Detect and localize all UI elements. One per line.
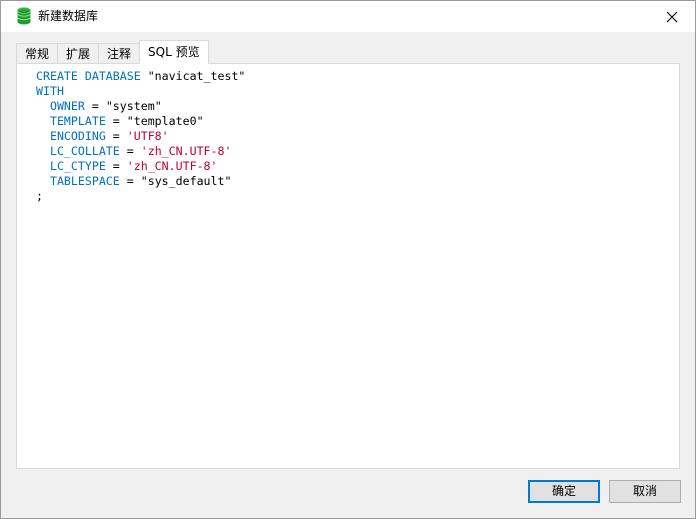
sql-line: CREATE DATABASE "navicat_test" (36, 69, 245, 83)
sql-keyword: LC_CTYPE (49, 159, 106, 173)
sql-line: TABLESPACE = "sys_default" (36, 174, 232, 188)
tab-comment[interactable]: 注释 (98, 43, 141, 64)
sql-punctuation: = (105, 159, 127, 173)
sql-identifier: "navicat_test" (147, 69, 246, 83)
sql-string: 'zh_CN.UTF-8' (126, 159, 218, 173)
sql-punctuation (141, 69, 148, 83)
sql-identifier: "sys_default" (140, 174, 232, 188)
title-bar: 新建数据库 (1, 1, 695, 32)
sql-keyword: WITH (36, 84, 64, 98)
sql-string: 'zh_CN.UTF-8' (140, 144, 232, 158)
sql-line: LC_CTYPE = 'zh_CN.UTF-8' (36, 159, 218, 173)
close-icon (666, 11, 678, 22)
tab-general[interactable]: 常规 (16, 43, 59, 64)
database-icon (17, 7, 31, 25)
ok-button[interactable]: 确定 (528, 480, 600, 503)
sql-keyword: CREATE DATABASE (36, 69, 141, 83)
cancel-button[interactable]: 取消 (609, 480, 681, 503)
sql-punctuation: = (105, 114, 127, 128)
sql-keyword: LC_COLLATE (49, 144, 120, 158)
tab-sql-preview[interactable]: SQL 预览 (139, 40, 209, 64)
sql-keyword: ENCODING (49, 129, 106, 143)
sql-keyword: TABLESPACE (49, 174, 120, 188)
sql-line: LC_COLLATE = 'zh_CN.UTF-8' (36, 144, 232, 158)
sql-punctuation: ; (36, 189, 43, 203)
dialog-title: 新建数据库 (38, 9, 99, 23)
sql-line: TEMPLATE = "template0" (36, 114, 204, 128)
sql-punctuation: = (105, 129, 127, 143)
new-database-dialog: 新建数据库 常规 扩展 注释 SQL 预览 CREATE DATABASE "n… (0, 0, 696, 519)
sql-line: ENCODING = 'UTF8' (36, 129, 169, 143)
sql-line: WITH (36, 84, 64, 98)
sql-identifier: "template0" (126, 114, 204, 128)
sql-punctuation: = (119, 174, 141, 188)
sql-line: ; (36, 189, 43, 203)
sql-identifier: "system" (105, 99, 162, 113)
sql-keyword: TEMPLATE (49, 114, 106, 128)
sql-preview-panel[interactable]: CREATE DATABASE "navicat_test" WITH OWNE… (16, 63, 680, 469)
sql-punctuation: = (84, 99, 106, 113)
tab-strip: 常规 扩展 注释 SQL 预览 (16, 40, 209, 64)
tab-advanced[interactable]: 扩展 (57, 43, 100, 64)
close-button[interactable] (649, 1, 695, 32)
sql-punctuation: = (119, 144, 141, 158)
sql-keyword: OWNER (49, 99, 85, 113)
sql-string: 'UTF8' (126, 129, 169, 143)
sql-line: OWNER = "system" (36, 99, 162, 113)
sql-preview-text: CREATE DATABASE "navicat_test" WITH OWNE… (36, 69, 245, 204)
